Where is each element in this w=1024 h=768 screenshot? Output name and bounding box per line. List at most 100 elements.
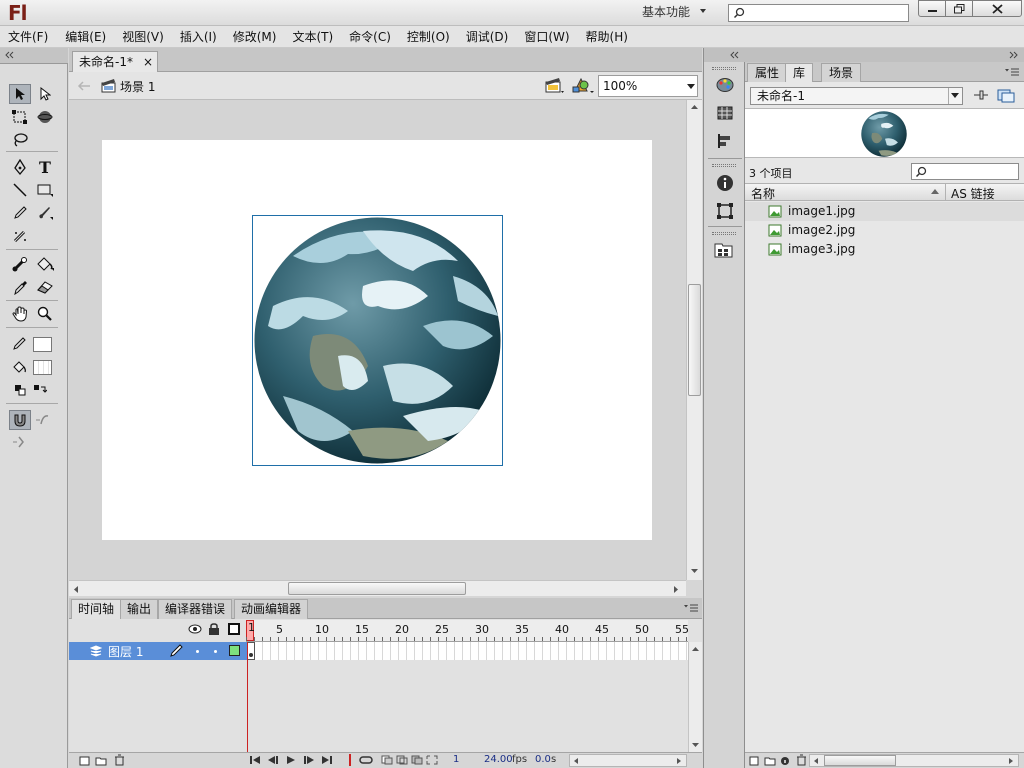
- line-tool[interactable]: [9, 180, 31, 200]
- menu-file[interactable]: 文件(F): [8, 28, 48, 45]
- new-folder-icon[interactable]: [95, 755, 107, 766]
- visibility-dot[interactable]: [196, 650, 199, 653]
- grip[interactable]: [712, 232, 736, 235]
- minimize-button[interactable]: [918, 0, 946, 17]
- menu-help[interactable]: 帮助(H): [586, 28, 628, 45]
- color-palette-icon[interactable]: [716, 77, 734, 93]
- menu-window[interactable]: 窗口(W): [524, 28, 569, 45]
- trash-icon[interactable]: [113, 754, 125, 766]
- rectangle-tool[interactable]: [34, 180, 56, 200]
- outline-color-swatch[interactable]: [229, 645, 240, 656]
- straighten-tool[interactable]: [9, 432, 31, 452]
- transform-icon[interactable]: [716, 202, 734, 220]
- subselection-tool[interactable]: [34, 84, 56, 104]
- close-window-button[interactable]: [972, 0, 1022, 17]
- menu-view[interactable]: 视图(V): [122, 28, 164, 45]
- stroke-color-tool[interactable]: [9, 334, 31, 354]
- scroll-right-icon[interactable]: [1008, 757, 1014, 765]
- new-layer-icon[interactable]: [79, 755, 91, 766]
- pencil-tool[interactable]: [9, 203, 31, 223]
- menu-debug[interactable]: 调试(D): [466, 28, 509, 45]
- tab-output[interactable]: 输出: [120, 599, 159, 619]
- pen-tool[interactable]: [9, 157, 31, 177]
- new-folder-icon[interactable]: [764, 755, 776, 766]
- library-horizontal-scrollbar[interactable]: [809, 754, 1019, 767]
- swap-colors-button[interactable]: [29, 380, 51, 400]
- menu-modify[interactable]: 修改(M): [233, 28, 277, 45]
- onion-outline-icon[interactable]: [396, 755, 408, 765]
- library-item[interactable]: image2.jpg: [745, 221, 1024, 240]
- trash-icon[interactable]: [795, 754, 807, 766]
- tab-close-icon[interactable]: ×: [143, 52, 153, 72]
- outline-square-icon[interactable]: [228, 623, 240, 635]
- zoom-tool[interactable]: [34, 304, 56, 324]
- dock-header[interactable]: [704, 48, 745, 62]
- pin-library-icon[interactable]: [972, 87, 990, 103]
- timeline-vertical-scrollbar[interactable]: [688, 642, 702, 752]
- stage-vertical-scrollbar[interactable]: [686, 100, 702, 580]
- frame-ruler[interactable]: 1 5 10 15 20 25 30 35 40 45 50 55: [246, 620, 689, 642]
- current-frame[interactable]: 1: [453, 754, 459, 765]
- stroke-color-swatch[interactable]: [33, 337, 52, 352]
- tab-motion-editor[interactable]: 动画编辑器: [234, 599, 309, 619]
- restore-button[interactable]: [945, 0, 973, 17]
- hand-tool[interactable]: [9, 304, 31, 324]
- menu-edit[interactable]: 编辑(E): [65, 28, 106, 45]
- layer-row[interactable]: 图层 1: [69, 642, 247, 660]
- last-frame-icon[interactable]: [321, 755, 333, 765]
- eyedropper-tool[interactable]: [9, 277, 31, 297]
- tab-library[interactable]: 库: [785, 63, 814, 82]
- snap-to-objects-tool[interactable]: [9, 410, 31, 430]
- vertical-scroll-thumb[interactable]: [688, 284, 701, 396]
- scroll-right-icon[interactable]: [673, 585, 679, 594]
- free-transform-tool[interactable]: [9, 107, 31, 127]
- lock-dot[interactable]: [214, 650, 217, 653]
- menu-text[interactable]: 文本(T): [292, 28, 333, 45]
- tab-scene[interactable]: 场景: [821, 63, 862, 82]
- horizontal-scroll-thumb[interactable]: [288, 582, 466, 595]
- edit-symbols-icon[interactable]: [571, 76, 595, 96]
- selection-tool[interactable]: [9, 84, 31, 104]
- library-search-input[interactable]: [911, 163, 1019, 180]
- center-frame-icon[interactable]: [345, 754, 355, 766]
- lock-icon[interactable]: [208, 623, 220, 635]
- align-icon[interactable]: [717, 133, 733, 149]
- help-search-input[interactable]: [728, 4, 909, 22]
- new-library-panel-icon[interactable]: [997, 87, 1015, 103]
- document-tab[interactable]: 未命名-1* ×: [72, 51, 158, 72]
- components-icon[interactable]: [714, 241, 736, 261]
- tools-panel-header[interactable]: [0, 48, 68, 64]
- column-name[interactable]: 名称: [751, 185, 775, 202]
- keyframe[interactable]: [247, 642, 255, 660]
- smooth-tool[interactable]: [32, 410, 54, 430]
- edit-multiple-frames-icon[interactable]: [411, 755, 423, 765]
- library-item[interactable]: image1.jpg: [745, 202, 1024, 221]
- lasso-tool[interactable]: [9, 130, 31, 150]
- swatches-grid-icon[interactable]: [717, 106, 733, 120]
- frame-cells[interactable]: [247, 642, 688, 660]
- column-as-linkage[interactable]: AS 链接: [951, 185, 995, 202]
- fill-color-swatch[interactable]: [33, 360, 52, 375]
- selected-bitmap-instance[interactable]: [252, 215, 503, 466]
- scroll-down-icon[interactable]: [690, 568, 699, 574]
- panel-menu-icon[interactable]: [684, 604, 698, 612]
- fill-color-tool[interactable]: [9, 357, 31, 377]
- library-item[interactable]: image3.jpg: [745, 240, 1024, 259]
- scroll-right-icon[interactable]: [676, 757, 682, 765]
- library-panel-header[interactable]: [745, 48, 1024, 62]
- paint-bucket-tool[interactable]: [34, 254, 56, 274]
- grip[interactable]: [712, 164, 736, 167]
- properties-icon[interactable]: [780, 755, 790, 766]
- menu-commands[interactable]: 命令(C): [349, 28, 391, 45]
- scroll-left-icon[interactable]: [573, 757, 579, 765]
- grip[interactable]: [712, 67, 736, 70]
- menu-insert[interactable]: 插入(I): [180, 28, 217, 45]
- horizontal-scroll-thumb[interactable]: [824, 755, 896, 766]
- scroll-left-icon[interactable]: [73, 585, 79, 594]
- tab-properties[interactable]: 属性: [747, 63, 788, 82]
- next-frame-icon[interactable]: [303, 755, 315, 765]
- tab-timeline[interactable]: 时间轴: [71, 599, 122, 619]
- scene-label[interactable]: 场景 1: [120, 78, 155, 95]
- zoom-select[interactable]: 100%: [598, 75, 698, 97]
- sort-ascending-icon[interactable]: [931, 189, 939, 194]
